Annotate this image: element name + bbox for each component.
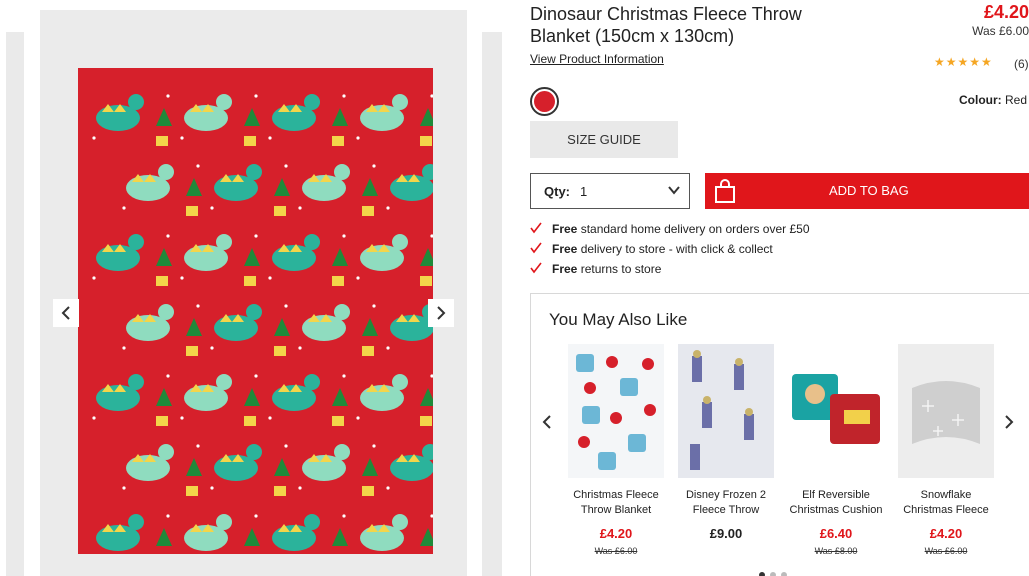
product-was-price: Was £6.00	[924, 546, 968, 556]
recommended-product[interactable]: Disney Frozen 2 Fleece Throw £9.00	[677, 344, 775, 546]
frozen-throw-image	[678, 344, 774, 478]
carousel-dot[interactable]	[759, 572, 765, 576]
product-price: £4.20	[929, 526, 963, 541]
christmas-throw-image	[568, 344, 664, 478]
rating-stars-icon[interactable]: ★★★★★	[934, 55, 993, 69]
add-to-bag-label: ADD TO BAG	[829, 183, 909, 198]
recommended-product[interactable]: Christmas Fleece Throw Blanket £4.20 Was…	[567, 344, 665, 556]
benefit-text: standard home delivery on orders over £5…	[577, 222, 810, 236]
recommended-product[interactable]: Snowflake Christmas Fleece £4.20 Was £6.…	[897, 344, 995, 556]
chevron-right-icon	[437, 306, 446, 320]
view-product-info-link[interactable]: View Product Information	[530, 52, 664, 66]
size-guide-button[interactable]: SIZE GUIDE	[530, 121, 678, 158]
delivery-benefits: Free standard home delivery on orders ov…	[530, 221, 810, 281]
product-page: Dinosaur Christmas Fleece Throw Blanket …	[0, 0, 1029, 576]
benefit-text: returns to store	[577, 262, 662, 276]
previous-thumbnail[interactable]	[6, 32, 24, 576]
chevron-left-icon[interactable]	[541, 414, 553, 430]
add-to-bag-button[interactable]: ADD TO BAG	[705, 173, 1029, 209]
benefit-item: Free returns to store	[530, 261, 810, 281]
shopping-bag-icon	[715, 179, 735, 203]
product-was-price: Was £6.00	[594, 546, 638, 556]
review-count[interactable]: (6)	[1014, 57, 1029, 71]
next-thumbnail[interactable]	[482, 32, 502, 576]
blanket-image	[78, 68, 433, 554]
qty-value: 1	[580, 183, 588, 199]
snowflake-fleece-image	[898, 344, 994, 478]
swatch-fill	[534, 91, 555, 112]
chevron-down-icon	[668, 186, 680, 195]
product-thumbnail[interactable]	[568, 344, 664, 478]
product-thumbnail[interactable]	[788, 344, 884, 478]
benefit-item: Free delivery to store - with click & co…	[530, 241, 810, 261]
benefit-bold: Free	[552, 262, 578, 276]
check-icon	[530, 242, 542, 254]
colour-selection: Colour: Red	[959, 93, 1027, 107]
gallery-prev-button[interactable]	[53, 299, 79, 327]
carousel-dot[interactable]	[781, 572, 787, 576]
product-name[interactable]: Snowflake Christmas Fleece	[897, 488, 995, 518]
carousel-dot[interactable]	[770, 572, 776, 576]
check-icon	[530, 222, 542, 234]
product-title: Dinosaur Christmas Fleece Throw Blanket …	[530, 4, 802, 46]
colour-label: Colour:	[959, 93, 1002, 107]
product-name[interactable]: Disney Frozen 2 Fleece Throw	[677, 488, 775, 518]
quantity-select[interactable]: Qty: 1	[530, 173, 690, 209]
product-name[interactable]: Christmas Fleece Throw Blanket	[567, 488, 665, 518]
product-thumbnail[interactable]	[898, 344, 994, 478]
product-name[interactable]: Elf Reversible Christmas Cushion	[787, 488, 885, 518]
colour-swatch-red[interactable]	[530, 87, 559, 116]
recommendations-panel: You May Also Like Christmas Fleece Throw…	[530, 293, 1029, 576]
product-thumbnail[interactable]	[678, 344, 774, 478]
colour-value: Red	[1005, 93, 1028, 107]
product-price: £9.00	[709, 526, 743, 541]
gallery-next-button[interactable]	[428, 299, 454, 327]
dinosaur-pattern	[78, 68, 433, 554]
chevron-right-icon[interactable]	[1003, 414, 1015, 430]
product-price: £4.20	[983, 2, 1029, 22]
was-price: Was £6.00	[972, 24, 1029, 38]
recommended-product[interactable]: Elf Reversible Christmas Cushion £6.40 W…	[787, 344, 885, 556]
benefit-bold: Free	[552, 242, 578, 256]
benefit-item: Free standard home delivery on orders ov…	[530, 221, 810, 241]
product-price: £6.40	[819, 526, 853, 541]
chevron-left-icon	[61, 306, 70, 320]
check-icon	[530, 262, 542, 274]
elf-cushion-image	[788, 344, 884, 478]
product-price: £4.20	[599, 526, 633, 541]
qty-label: Qty:	[544, 183, 570, 199]
benefit-bold: Free	[552, 222, 578, 236]
benefit-text: delivery to store - with click & collect	[577, 242, 773, 256]
product-was-price: Was £8.00	[814, 546, 858, 556]
carousel-dots	[759, 572, 787, 576]
product-image	[40, 10, 467, 576]
recommendations-title: You May Also Like	[549, 310, 688, 329]
